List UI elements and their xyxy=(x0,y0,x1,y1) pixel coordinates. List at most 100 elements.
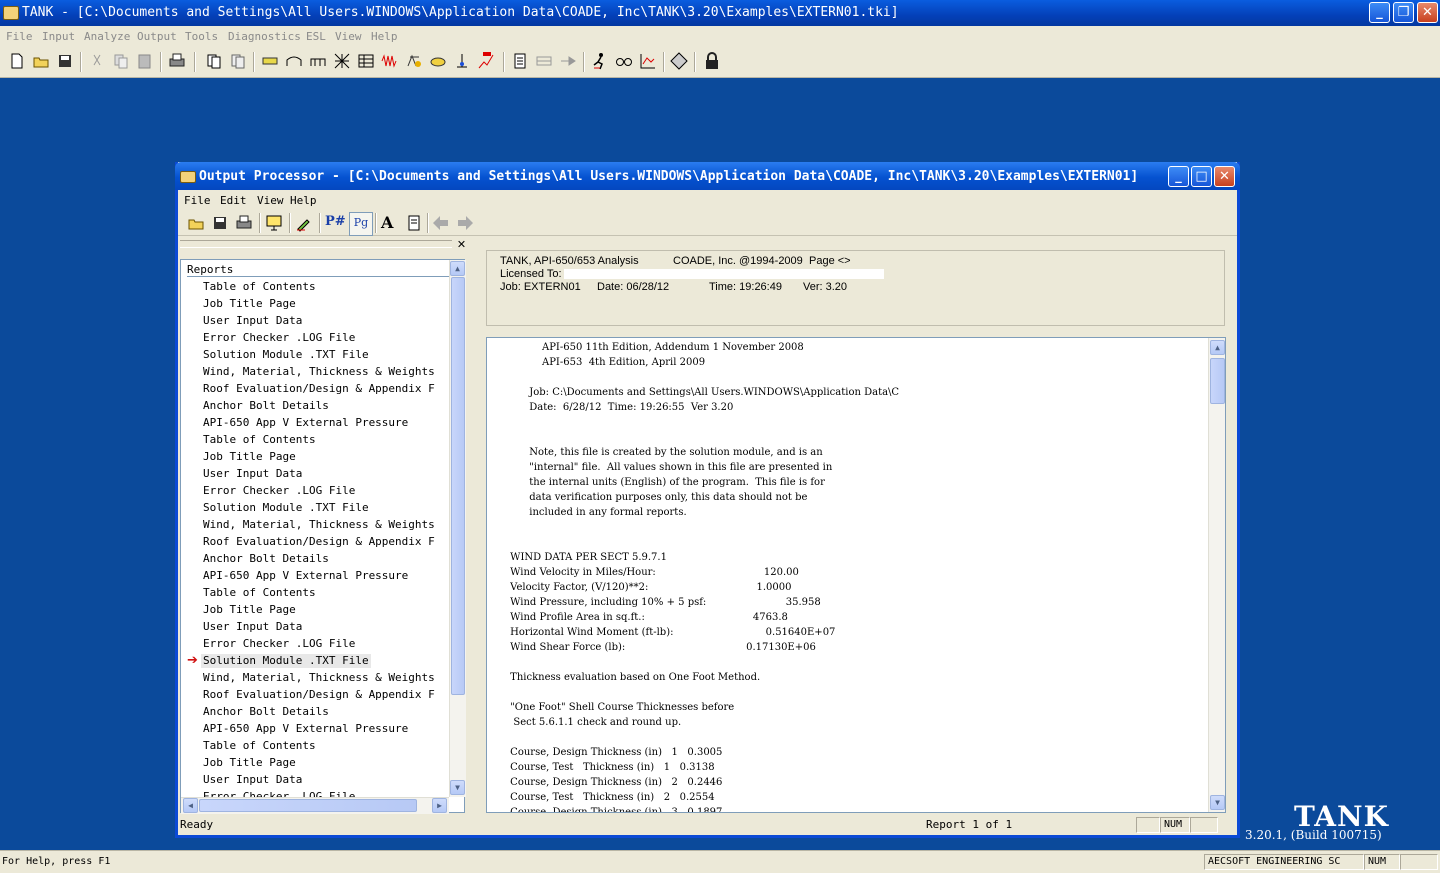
tank-app-icon[interactable] xyxy=(3,6,19,20)
shell-icon[interactable] xyxy=(309,52,327,70)
report-vertical-scrollbar[interactable]: ▲ ▼ xyxy=(1208,338,1225,812)
glasses-icon[interactable] xyxy=(615,52,633,70)
report-scroll-up-button[interactable]: ▲ xyxy=(1210,340,1225,355)
output-processor-title-bar[interactable]: Output Processor - [C:\Documents and Set… xyxy=(175,162,1240,190)
op-menu-file[interactable]: File xyxy=(184,194,211,207)
page-view-icon[interactable]: Pg xyxy=(349,212,373,236)
doc-icon[interactable] xyxy=(205,52,223,70)
restore-button[interactable]: ❐ xyxy=(1393,2,1414,23)
anchor-icon[interactable] xyxy=(453,52,471,70)
list-icon[interactable] xyxy=(535,52,553,70)
tree-item[interactable]: Anchor Bolt Details xyxy=(203,552,329,566)
scroll-thumb[interactable] xyxy=(451,277,465,695)
menu-diagnostics[interactable]: Diagnostics xyxy=(228,30,301,43)
monitor-icon[interactable] xyxy=(265,214,283,232)
tree-item[interactable]: API-650 App V External Pressure xyxy=(203,569,408,583)
copy-icon[interactable] xyxy=(112,52,130,70)
menu-file[interactable]: File xyxy=(6,30,33,43)
menu-analyze[interactable]: Analyze xyxy=(84,30,130,43)
tree-item[interactable]: Table of Contents xyxy=(203,586,316,600)
font-icon[interactable]: A xyxy=(381,213,399,232)
tree-vertical-scrollbar[interactable]: ▲ ▼ xyxy=(449,260,466,797)
tree-item[interactable]: Solution Module .TXT File xyxy=(203,501,369,515)
seismic-icon[interactable] xyxy=(477,52,495,70)
tree-item[interactable]: User Input Data xyxy=(203,314,302,328)
tree-item[interactable]: API-650 App V External Pressure xyxy=(203,416,408,430)
tree-item[interactable]: Table of Contents xyxy=(203,433,316,447)
arrows-icon[interactable] xyxy=(559,52,577,70)
tree-item[interactable]: Wind, Material, Thickness & Weights xyxy=(203,671,435,685)
page-number-icon[interactable]: P# xyxy=(325,214,346,232)
table-icon[interactable] xyxy=(357,52,375,70)
op-menu-edit[interactable]: Edit xyxy=(220,194,247,207)
scroll-right-button[interactable]: ▶ xyxy=(432,798,447,813)
runner-icon[interactable] xyxy=(591,52,609,70)
scroll-left-button[interactable]: ◀ xyxy=(183,798,198,813)
scroll-down-button[interactable]: ▼ xyxy=(450,780,465,795)
wind-icon[interactable] xyxy=(405,52,423,70)
scroll-h-thumb[interactable] xyxy=(199,799,417,812)
main-title-bar[interactable]: TANK - [C:\Documents and Settings\All Us… xyxy=(0,0,1440,26)
open-folder-icon[interactable] xyxy=(32,52,50,70)
tree-item[interactable]: Table of Contents xyxy=(203,739,316,753)
save-icon[interactable] xyxy=(56,52,74,70)
output-processor-icon[interactable] xyxy=(180,171,196,183)
open-folder-icon[interactable] xyxy=(187,214,205,232)
report-scroll-down-button[interactable]: ▼ xyxy=(1210,795,1225,810)
tree-item[interactable]: API-650 App V External Pressure xyxy=(203,722,408,736)
op-menu-help[interactable]: Help xyxy=(290,194,317,207)
menu-view[interactable]: View xyxy=(335,30,362,43)
tree-item[interactable]: Solution Module .TXT File xyxy=(201,654,371,668)
save-icon[interactable] xyxy=(211,214,229,232)
tree-item[interactable]: Job Title Page xyxy=(203,756,296,770)
tree-item[interactable]: User Input Data xyxy=(203,773,302,787)
notes-icon[interactable] xyxy=(405,214,423,232)
tree-item[interactable]: User Input Data xyxy=(203,620,302,634)
tree-item[interactable]: Job Title Page xyxy=(203,450,296,464)
op-menu-view[interactable]: View xyxy=(257,194,284,207)
back-arrow-icon[interactable] xyxy=(432,214,450,232)
tree-item[interactable]: User Input Data xyxy=(203,467,302,481)
rain-icon[interactable] xyxy=(429,52,447,70)
op-close-button[interactable]: ✕ xyxy=(1214,166,1235,187)
roof-icon[interactable] xyxy=(285,52,303,70)
tree-item[interactable]: Wind, Material, Thickness & Weights xyxy=(203,365,435,379)
tree-item[interactable]: Wind, Material, Thickness & Weights xyxy=(203,518,435,532)
new-file-icon[interactable] xyxy=(8,52,26,70)
pen-icon[interactable] xyxy=(295,214,313,232)
menu-help[interactable]: Help xyxy=(371,30,398,43)
tree-item[interactable]: Roof Evaluation/Design & Appendix F xyxy=(203,688,435,702)
print-icon[interactable] xyxy=(168,52,186,70)
tree-item[interactable]: Solution Module .TXT File xyxy=(203,348,369,362)
paste-icon[interactable] xyxy=(136,52,154,70)
tree-item[interactable]: Error Checker .LOG File xyxy=(203,637,355,651)
close-button[interactable]: ✕ xyxy=(1417,2,1438,23)
op-maximize-button[interactable]: □ xyxy=(1191,166,1212,187)
scroll-up-button[interactable]: ▲ xyxy=(450,261,465,276)
tree-item[interactable]: Anchor Bolt Details xyxy=(203,399,329,413)
forward-arrow-icon[interactable] xyxy=(456,214,474,232)
cut-icon[interactable] xyxy=(88,52,106,70)
menu-esl[interactable]: ESL xyxy=(306,30,326,43)
graph-icon[interactable] xyxy=(639,52,657,70)
diamond-icon[interactable] xyxy=(670,52,688,70)
grid-icon[interactable] xyxy=(333,52,351,70)
tree-item[interactable]: Error Checker .LOG File xyxy=(203,484,355,498)
tree-item[interactable]: Roof Evaluation/Design & Appendix F xyxy=(203,382,435,396)
report-icon[interactable] xyxy=(511,52,529,70)
tree-pane-close-icon[interactable]: ✕ xyxy=(455,238,468,251)
report-scroll-thumb[interactable] xyxy=(1210,358,1225,404)
lock-icon[interactable] xyxy=(703,52,721,70)
tree-item[interactable]: Error Checker .LOG File xyxy=(203,331,355,345)
tree-item[interactable]: Job Title Page xyxy=(203,603,296,617)
tree-item[interactable]: Anchor Bolt Details xyxy=(203,705,329,719)
menu-output[interactable]: Output xyxy=(137,30,177,43)
menu-tools[interactable]: Tools xyxy=(185,30,218,43)
ruler-icon[interactable] xyxy=(261,52,279,70)
doc2-icon[interactable] xyxy=(229,52,247,70)
report-text-view[interactable]: API-650 11th Edition, Addendum 1 Novembe… xyxy=(486,337,1226,813)
menu-input[interactable]: Input xyxy=(42,30,75,43)
tree-item[interactable]: Job Title Page xyxy=(203,297,296,311)
minimize-button[interactable]: _ xyxy=(1369,2,1390,23)
tree-pane-gripper[interactable] xyxy=(180,240,452,248)
